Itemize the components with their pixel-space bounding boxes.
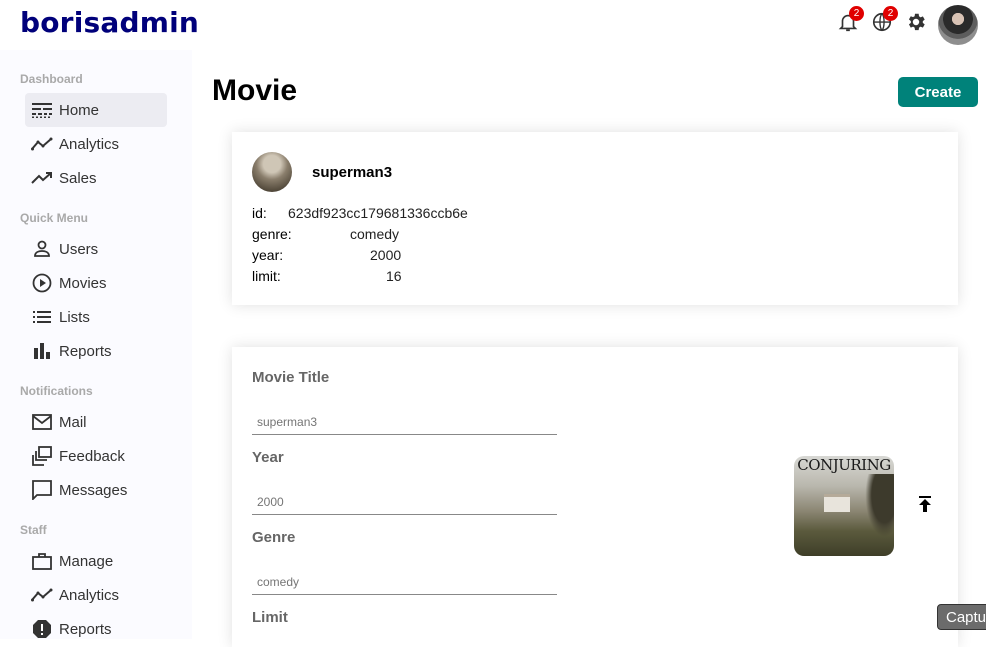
info-key: genre:: [252, 226, 292, 242]
sidebar-item-home[interactable]: Home: [25, 93, 167, 127]
movie-poster-image: CONJURING: [794, 456, 894, 556]
sidebar-item-label: Analytics: [59, 135, 120, 153]
upload-icon[interactable]: [915, 494, 935, 514]
movie-name: superman3: [312, 164, 393, 181]
sidebar-item-feedback[interactable]: Feedback: [25, 439, 167, 473]
info-value: comedy: [350, 226, 400, 242]
timeline-icon: [31, 133, 53, 155]
sidebar-item-lists[interactable]: Lists: [25, 300, 167, 334]
sidebar-item-label: Sales: [59, 169, 97, 187]
info-key: year:: [252, 247, 284, 263]
movie-title-input[interactable]: [252, 409, 557, 435]
user-avatar[interactable]: [938, 5, 978, 45]
sidebar-item-sales[interactable]: Sales: [25, 161, 167, 195]
info-row-id: id: 623df923cc179681336ccb6e: [252, 205, 468, 221]
sidebar-section-dashboard: Dashboard: [20, 72, 83, 86]
movie-title-label: Movie Title: [252, 369, 330, 386]
sidebar-item-staff-analytics[interactable]: Analytics: [25, 578, 167, 612]
gear-icon: [908, 13, 925, 31]
sidebar-item-label: Users: [59, 240, 99, 258]
movie-edit-form: Movie Title Year Genre Limit CONJURING: [232, 347, 958, 647]
movie-info-card: superman3 id: 623df923cc179681336ccb6e g…: [232, 132, 958, 305]
info-key: limit:: [252, 268, 281, 284]
sidebar-item-label: Lists: [59, 308, 90, 326]
sidebar-item-messages[interactable]: Messages: [25, 473, 167, 507]
settings-button[interactable]: [904, 10, 928, 34]
sidebar-item-label: Movies: [59, 274, 107, 292]
sidebar-item-label: Messages: [59, 481, 128, 499]
dynamic-feed-icon: [31, 445, 53, 467]
mail-outline-icon: [31, 411, 53, 433]
topbar: borisadmin 2 2: [0, 0, 986, 50]
info-value: 2000: [370, 247, 402, 263]
sidebar-item-analytics[interactable]: Analytics: [25, 127, 167, 161]
info-value: 16: [386, 268, 402, 284]
sidebar-item-manage[interactable]: Manage: [25, 544, 167, 578]
info-key: id:: [252, 205, 267, 221]
capture-button[interactable]: Captu: [937, 604, 986, 630]
sidebar: Dashboard Home Analytics Sales Quick Men…: [0, 50, 192, 639]
sidebar-section-notifications: Notifications: [20, 384, 93, 398]
sidebar-section-staff: Staff: [20, 523, 47, 537]
chat-bubble-outline-icon: [31, 479, 53, 501]
sidebar-section-quick-menu: Quick Menu: [20, 211, 89, 225]
trending-up-icon: [31, 167, 53, 189]
sidebar-item-mail[interactable]: Mail: [25, 405, 167, 439]
genre-input[interactable]: [252, 569, 557, 595]
line-style-icon: [31, 99, 53, 121]
report-icon: [31, 618, 53, 640]
sidebar-item-label: Manage: [59, 552, 114, 570]
poster-house: [824, 494, 850, 512]
genre-label: Genre: [252, 529, 296, 546]
play-circle-icon: [31, 272, 53, 294]
timeline-icon: [31, 584, 53, 606]
list-icon: [31, 306, 53, 328]
person-outline-icon: [31, 238, 53, 260]
page-title: Movie: [212, 74, 298, 107]
work-outline-icon: [31, 550, 53, 572]
sidebar-item-users[interactable]: Users: [25, 232, 167, 266]
limit-label: Limit: [252, 609, 288, 626]
year-input[interactable]: [252, 489, 557, 515]
sidebar-item-label: Reports: [59, 620, 112, 638]
info-row-genre: genre: comedy: [252, 226, 399, 242]
sidebar-item-reports[interactable]: Reports: [25, 334, 167, 368]
notifications-badge: 2: [849, 6, 864, 21]
year-label: Year: [252, 449, 284, 466]
bar-chart-icon: [31, 340, 53, 362]
info-value: 623df923cc179681336ccb6e: [288, 205, 468, 221]
sidebar-item-label: Analytics: [59, 586, 120, 604]
poster-tree: [862, 474, 894, 544]
info-row-limit: limit: 16: [252, 268, 402, 284]
poster-title-text: CONJURING: [797, 456, 891, 474]
info-row-year: year: 2000: [252, 247, 401, 263]
language-button[interactable]: 2: [870, 6, 898, 34]
sidebar-item-label: Feedback: [59, 447, 125, 465]
sidebar-item-label: Mail: [59, 413, 87, 431]
movie-thumbnail: [252, 152, 292, 192]
sidebar-item-movies[interactable]: Movies: [25, 266, 167, 300]
sidebar-item-label: Home: [59, 101, 100, 119]
sidebar-item-staff-reports[interactable]: Reports: [25, 612, 167, 646]
create-button[interactable]: Create: [898, 77, 978, 107]
app-logo[interactable]: borisadmin: [20, 6, 199, 39]
notifications-button[interactable]: 2: [836, 6, 864, 34]
sidebar-item-label: Reports: [59, 342, 112, 360]
language-badge: 2: [883, 6, 898, 21]
